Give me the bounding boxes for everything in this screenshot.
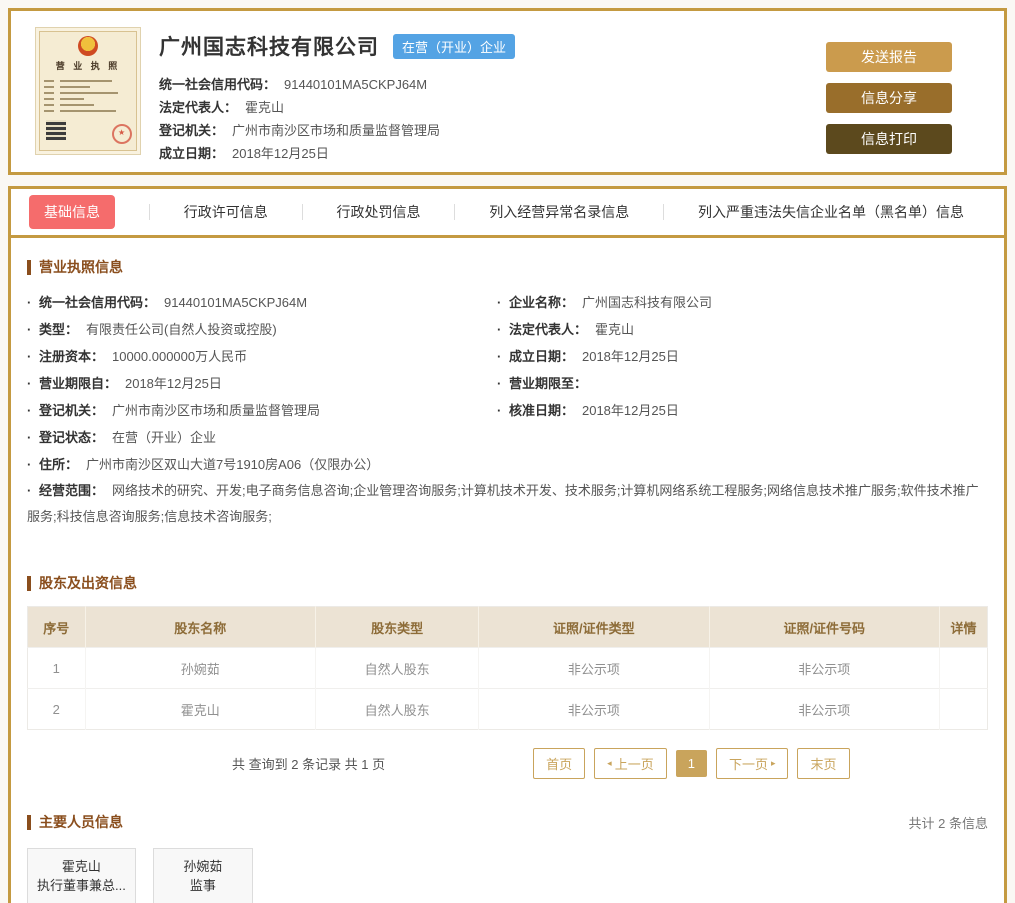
- main-panel: 基础信息 行政许可信息 行政处罚信息 列入经营异常名录信息 列入严重违法失信企业…: [8, 186, 1007, 903]
- license-qr-code: [46, 120, 66, 140]
- legal-rep-label: 法定代表人：: [159, 100, 238, 115]
- record-count-text: 共 查询到 2 条记录 共 1 页: [232, 756, 386, 772]
- established-value: 2018年12月25日: [232, 146, 329, 161]
- prev-arrow-icon: ◂: [607, 757, 612, 768]
- cell-shareholder-type: 自然人股东: [315, 647, 480, 689]
- header-action-buttons: 发送报告 信息分享 信息打印: [826, 27, 988, 158]
- tab-abnormal-operations[interactable]: 列入经营异常名录信息: [489, 202, 629, 222]
- key-members-section: 主要人员信息 共计 2 条信息 霍克山 执行董事兼总... 孙婉茹 监事: [27, 813, 988, 903]
- cell-shareholder-name: 孙婉茹: [85, 647, 316, 689]
- field-established-date: 成立日期：2018年12月25日: [497, 343, 988, 370]
- registry-field: 登记机关： 广州市南沙区市场和质量监督管理局: [159, 119, 826, 142]
- cell-index: 2: [27, 688, 86, 730]
- shareholders-section-title: 股东及出资信息: [27, 576, 988, 591]
- field-term-from: 营业期限自：2018年12月25日: [27, 370, 497, 397]
- license-section-title: 营业执照信息: [27, 260, 988, 275]
- company-name: 广州国志科技有限公司: [159, 36, 379, 59]
- member-card[interactable]: 霍克山 执行董事兼总...: [27, 848, 136, 903]
- national-emblem-icon: [78, 36, 98, 56]
- business-license-image: 营 业 执 照: [35, 27, 141, 155]
- cell-cert-number: 非公示项: [709, 688, 940, 730]
- print-info-button[interactable]: 信息打印: [826, 124, 952, 154]
- field-registered-capital: 注册资本：10000.000000万人民币: [27, 343, 497, 370]
- field-approval-date: 核准日期：2018年12月25日: [497, 397, 988, 424]
- member-card[interactable]: 孙婉茹 监事: [152, 848, 253, 903]
- field-registry-authority: 登记机关：广州市南沙区市场和质量监督管理局: [27, 397, 497, 424]
- field-company-name: 企业名称：广州国志科技有限公司: [497, 289, 988, 316]
- status-badge: 在营（开业）企业: [393, 33, 516, 59]
- cell-shareholder-type: 自然人股东: [315, 688, 480, 730]
- registry-value: 广州市南沙区市场和质量监督管理局: [232, 123, 441, 138]
- col-detail: 详情: [939, 606, 988, 648]
- field-registration-status: 登记状态：在营（开业）企业: [27, 424, 497, 451]
- member-role: 监事: [189, 878, 216, 893]
- field-business-scope: 经营范围：网络技术的研究、开发;电子商务信息咨询;企业管理咨询服务;计算机技术开…: [27, 478, 988, 530]
- cell-cert-number: 非公示项: [709, 647, 940, 689]
- credit-code-label: 统一社会信用代码：: [159, 77, 277, 92]
- last-page-button[interactable]: 末页: [797, 747, 850, 779]
- pagination: 共 查询到 2 条记录 共 1 页 首页 ◂ 上一页 1 下一页 ▸ 末页: [27, 747, 988, 779]
- member-name: 孙婉茹: [183, 859, 223, 874]
- company-summary: 广州国志科技有限公司 在营（开业）企业 统一社会信用代码： 91440101MA5…: [141, 27, 826, 161]
- shareholders-section: 股东及出资信息 序号 股东名称 股东类型 证照/证件类型 证照/证件号码 详情: [27, 576, 988, 779]
- field-address: 住所：广州市南沙区双山大道7号1910房A06（仅限办公）: [27, 451, 497, 478]
- tab-admin-penalty[interactable]: 行政处罚信息: [337, 202, 421, 222]
- license-fields-right: 企业名称：广州国志科技有限公司 法定代表人：霍克山 成立日期：2018年12月2…: [497, 289, 988, 478]
- field-legal-rep: 法定代表人：霍克山: [497, 316, 988, 343]
- tab-bar: 基础信息 行政许可信息 行政处罚信息 列入经营异常名录信息 列入严重违法失信企业…: [11, 189, 1004, 238]
- tab-divider: [301, 204, 303, 220]
- member-name: 霍克山: [61, 859, 101, 874]
- credit-code-field: 统一社会信用代码： 91440101MA5CKPJ64M: [159, 73, 826, 96]
- tab-basic-info[interactable]: 基础信息: [29, 195, 115, 229]
- field-term-to: 营业期限至：: [497, 370, 988, 397]
- col-cert-type: 证照/证件类型: [478, 606, 710, 648]
- legal-rep-value: 霍克山: [245, 100, 285, 115]
- col-shareholder-type: 股东类型: [315, 606, 480, 648]
- share-info-button[interactable]: 信息分享: [826, 83, 952, 113]
- table-row: 1 孙婉茹 自然人股东 非公示项 非公示项: [27, 647, 988, 689]
- cell-detail: [939, 688, 988, 730]
- col-index: 序号: [27, 606, 86, 648]
- license-text-lines: [44, 80, 132, 112]
- license-info-section: 营业执照信息 统一社会信用代码：91440101MA5CKPJ64M 类型：有限…: [27, 260, 988, 530]
- members-section-title: 主要人员信息: [27, 815, 123, 830]
- first-page-button[interactable]: 首页: [533, 747, 586, 779]
- tab-blacklist[interactable]: 列入严重违法失信企业名单（黑名单）信息: [698, 202, 964, 222]
- established-field: 成立日期： 2018年12月25日: [159, 142, 826, 165]
- license-fields-left: 统一社会信用代码：91440101MA5CKPJ64M 类型：有限责任公司(自然…: [27, 289, 497, 478]
- table-header-row: 序号 股东名称 股东类型 证照/证件类型 证照/证件号码 详情: [27, 606, 988, 648]
- tab-divider: [454, 204, 456, 220]
- col-cert-number: 证照/证件号码: [709, 606, 940, 648]
- next-page-button[interactable]: 下一页 ▸: [715, 747, 789, 779]
- tab-admin-license[interactable]: 行政许可信息: [184, 202, 268, 222]
- cell-cert-type: 非公示项: [478, 647, 710, 689]
- tab-divider: [148, 204, 150, 220]
- cell-detail: [939, 647, 988, 689]
- field-credit-code: 统一社会信用代码：91440101MA5CKPJ64M: [27, 289, 497, 316]
- credit-code-value: 91440101MA5CKPJ64M: [284, 77, 428, 92]
- registry-label: 登记机关：: [159, 123, 225, 138]
- company-header-panel: 营 业 执 照 广州国志科技有限公司 在营（开业）企业 统一社会信用代码： 914…: [8, 8, 1007, 175]
- established-label: 成立日期：: [159, 146, 225, 161]
- send-report-button[interactable]: 发送报告: [826, 42, 952, 72]
- tab-content: 营业执照信息 统一社会信用代码：91440101MA5CKPJ64M 类型：有限…: [11, 238, 1004, 903]
- shareholders-table: 序号 股东名称 股东类型 证照/证件类型 证照/证件号码 详情 1 孙婉茹 自然…: [27, 606, 988, 730]
- cell-cert-type: 非公示项: [478, 688, 710, 730]
- member-role: 执行董事兼总...: [37, 878, 126, 893]
- next-arrow-icon: ▸: [770, 757, 776, 768]
- license-red-seal-icon: [112, 124, 132, 144]
- tab-divider: [663, 204, 665, 220]
- table-row: 2 霍克山 自然人股东 非公示项 非公示项: [27, 688, 988, 730]
- prev-page-button[interactable]: ◂ 上一页: [594, 747, 667, 779]
- cell-index: 1: [27, 647, 86, 689]
- members-count-text: 共计 2 条信息: [908, 816, 988, 831]
- field-company-type: 类型：有限责任公司(自然人投资或控股): [27, 316, 497, 343]
- col-shareholder-name: 股东名称: [85, 606, 316, 648]
- page-1-button[interactable]: 1: [675, 749, 707, 777]
- cell-shareholder-name: 霍克山: [85, 688, 316, 730]
- license-title: 营 业 执 照: [55, 61, 121, 71]
- legal-rep-field: 法定代表人： 霍克山: [159, 96, 826, 119]
